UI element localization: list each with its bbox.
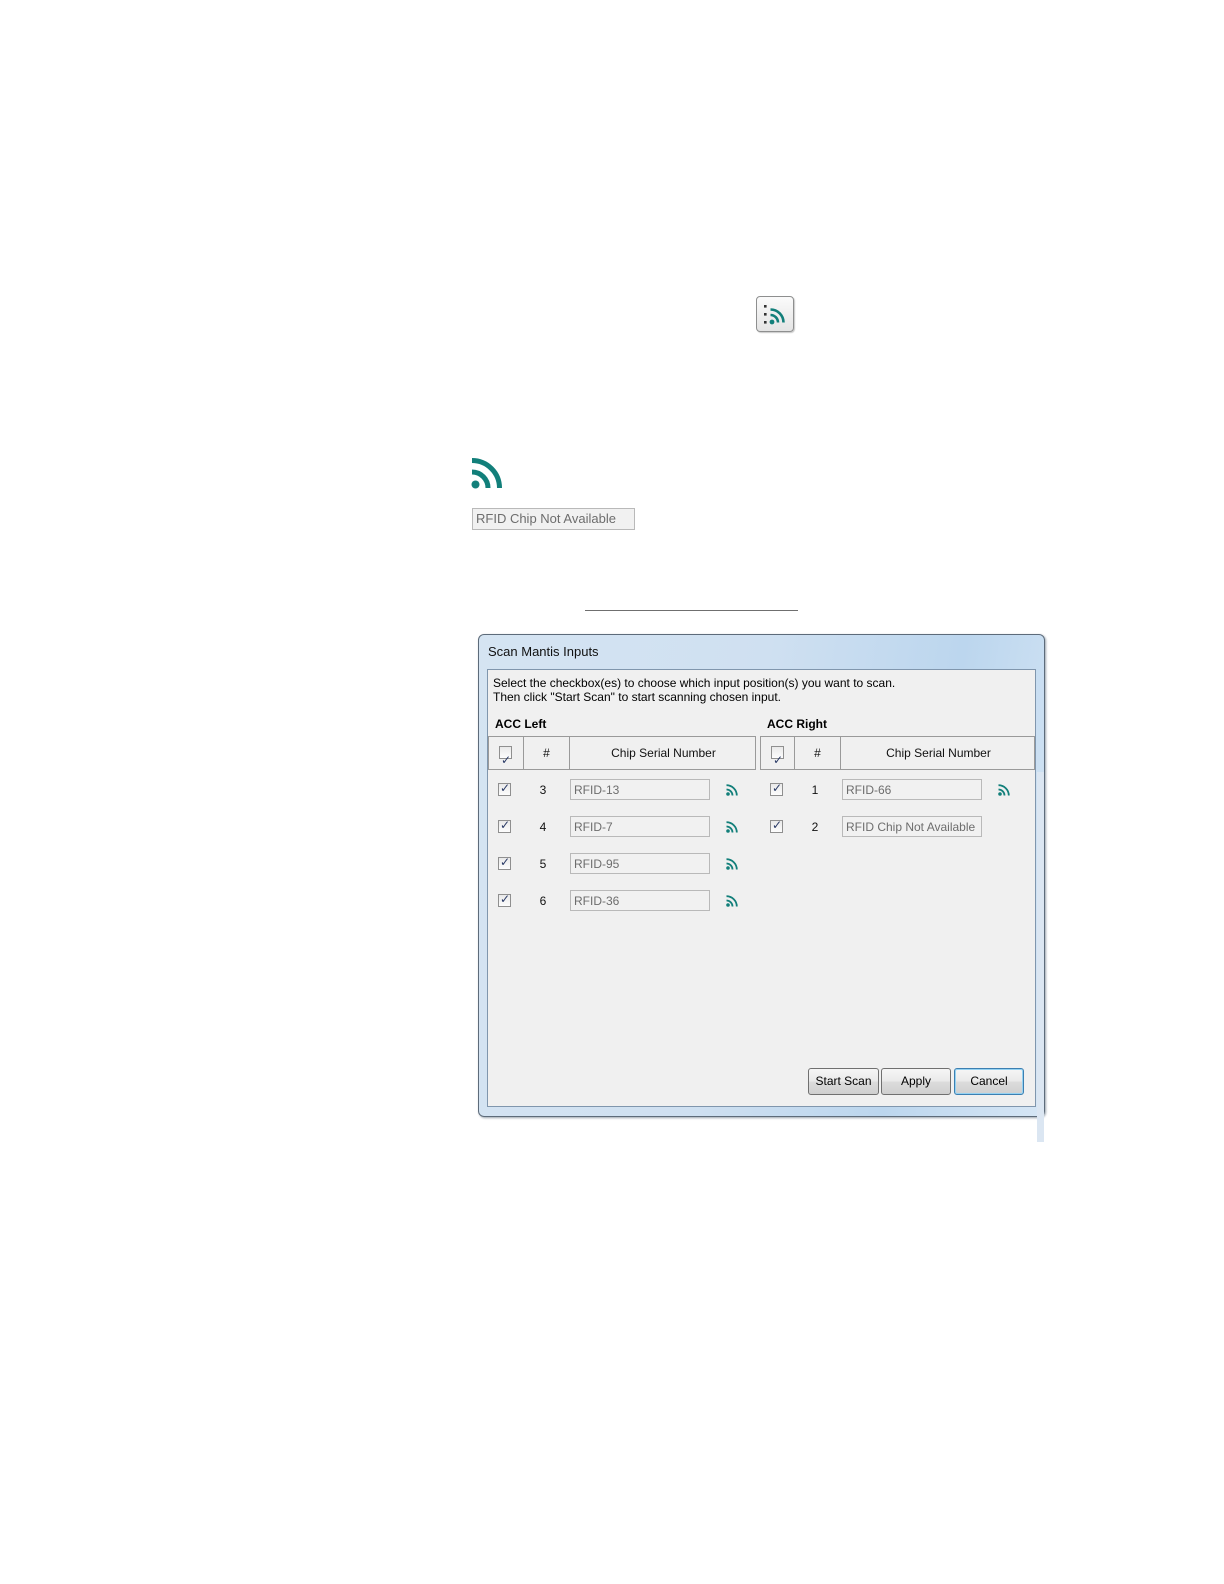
row-checkbox[interactable] — [770, 781, 783, 796]
rss-scan-icon — [764, 305, 785, 325]
acc-right-label: ACC Right — [767, 717, 827, 731]
select-all-cell — [489, 737, 524, 776]
row-number: 5 — [539, 857, 547, 871]
column-number-header: # — [795, 737, 841, 769]
rss-icon[interactable] — [726, 784, 738, 796]
serial-field[interactable]: RFID-95 — [570, 853, 710, 874]
table-row: 6 RFID-36 — [488, 889, 756, 913]
serial-field[interactable]: RFID-36 — [570, 890, 710, 911]
serial-field[interactable]: RFID Chip Not Available — [842, 816, 982, 837]
acc-left-header: # Chip Serial Number — [488, 736, 756, 776]
start-scan-button[interactable]: Start Scan — [808, 1068, 879, 1095]
row-checkbox[interactable] — [498, 855, 511, 870]
rss-icon — [471, 458, 502, 489]
rss-icon[interactable] — [726, 858, 738, 870]
serial-field[interactable]: RFID-7 — [570, 816, 710, 837]
acc-right-select-all-checkbox[interactable] — [771, 744, 784, 776]
apply-button[interactable]: Apply — [881, 1068, 951, 1095]
acc-left-select-all-checkbox[interactable] — [499, 744, 512, 776]
table-row: 4 RFID-7 — [488, 815, 756, 839]
column-serial-header: Chip Serial Number — [611, 746, 716, 760]
rss-icon[interactable] — [998, 784, 1010, 796]
table-row: 1 RFID-66 — [760, 778, 1028, 802]
acc-right-header: # Chip Serial Number — [760, 736, 1035, 776]
rss-icon[interactable] — [726, 821, 738, 833]
row-number: 3 — [539, 783, 547, 797]
table-row: 5 RFID-95 — [488, 852, 756, 876]
scan-button[interactable] — [756, 296, 794, 332]
dialog-client-area: Select the checkbox(es) to choose which … — [487, 669, 1044, 1142]
row-number: 2 — [811, 820, 819, 834]
table-row: 3 RFID-13 — [488, 778, 756, 802]
acc-left-label: ACC Left — [495, 717, 547, 731]
row-checkbox[interactable] — [498, 818, 511, 833]
dialog-title: Scan Mantis Inputs — [488, 644, 599, 659]
row-checkbox[interactable] — [770, 818, 783, 833]
instruction-line-2: Then click "Start Scan" to start scannin… — [493, 690, 781, 704]
serial-field[interactable]: RFID-66 — [842, 779, 982, 800]
select-all-cell — [761, 737, 795, 776]
rss-icon[interactable] — [726, 895, 738, 907]
column-serial-header: Chip Serial Number — [886, 746, 991, 760]
column-number-header: # — [524, 737, 570, 769]
serial-field[interactable]: RFID-13 — [570, 779, 710, 800]
row-number: 4 — [539, 820, 547, 834]
vertical-scroll-strip — [1037, 772, 1044, 1142]
cancel-button[interactable]: Cancel — [954, 1068, 1024, 1095]
scan-mantis-dialog: Scan Mantis Inputs Select the checkbox(e… — [478, 634, 1045, 1142]
table-row: 2 RFID Chip Not Available — [760, 815, 1028, 839]
underline-divider — [585, 610, 798, 611]
row-number: 6 — [539, 894, 547, 908]
sample-serial-field[interactable]: RFID Chip Not Available — [472, 508, 635, 530]
row-number: 1 — [811, 783, 819, 797]
row-checkbox[interactable] — [498, 781, 511, 796]
row-checkbox[interactable] — [498, 892, 511, 907]
instruction-line-1: Select the checkbox(es) to choose which … — [493, 676, 896, 690]
